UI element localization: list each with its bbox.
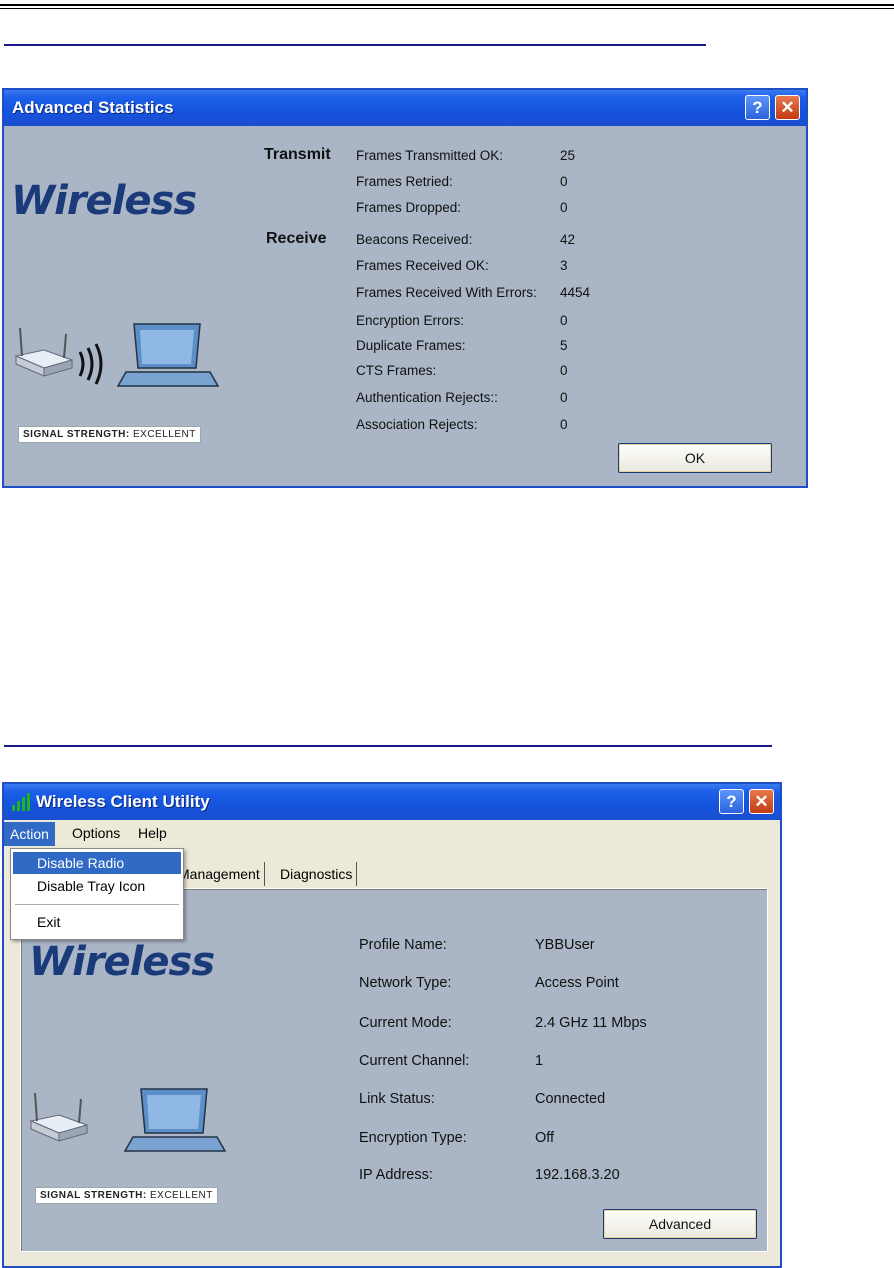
value-profile-name: YBBUser xyxy=(535,937,595,953)
menu-item-disable-tray-icon[interactable]: Disable Tray Icon xyxy=(13,875,181,897)
signal-illustration xyxy=(29,1088,227,1152)
label-current-channel: Current Channel: xyxy=(359,1053,470,1069)
advanced-statistics-window: Advanced Statistics ? ✕ Wireless SIGNAL … xyxy=(2,88,808,488)
value-ip-address: 192.168.3.20 xyxy=(535,1167,620,1183)
tab-diagnostics[interactable]: Diagnostics xyxy=(276,862,358,886)
top-rule-thin xyxy=(0,8,894,9)
title-bar[interactable]: Advanced Statistics ? ✕ xyxy=(4,90,806,126)
stat-value-frames-dropped: 0 xyxy=(560,200,568,215)
section-underline-2 xyxy=(4,745,772,747)
main-panel: Wireless SIGNAL STRENGTH: EXCELLENT Prof… xyxy=(20,888,768,1252)
menu-action[interactable]: Action xyxy=(4,822,55,846)
stat-value-beacons: 42 xyxy=(560,232,576,247)
menu-item-disable-radio[interactable]: Disable Radio xyxy=(13,852,181,874)
top-rule xyxy=(0,4,894,6)
value-network-type: Access Point xyxy=(535,975,619,991)
title-bar[interactable]: Wireless Client Utility ? ✕ xyxy=(4,784,780,820)
signal-strength-label: SIGNAL STRENGTH: EXCELLENT xyxy=(35,1187,218,1204)
help-button[interactable]: ? xyxy=(719,789,744,814)
section-underline-1 xyxy=(4,44,706,46)
wireless-logo: Wireless xyxy=(29,939,215,985)
value-encryption-type: Off xyxy=(535,1130,555,1146)
signal-strength-label: SIGNAL STRENGTH: EXCELLENT xyxy=(18,426,201,443)
stat-label-beacons: Beacons Received: xyxy=(356,232,473,247)
window-title: Wireless Client Utility xyxy=(36,792,210,811)
label-encryption-type: Encryption Type: xyxy=(359,1130,467,1146)
signal-bars-icon xyxy=(12,793,30,811)
label-current-mode: Current Mode: xyxy=(359,1015,452,1031)
stat-label-duplicate-frames: Duplicate Frames: xyxy=(356,338,466,353)
advanced-button[interactable]: Advanced xyxy=(603,1209,757,1239)
close-button[interactable]: ✕ xyxy=(775,95,800,120)
stat-value-cts-frames: 0 xyxy=(560,363,568,378)
stat-label-assoc-rejects: Association Rejects: xyxy=(356,417,478,432)
wave-icon xyxy=(78,343,103,385)
menu-help[interactable]: Help xyxy=(138,825,167,841)
label-ip-address: IP Address: xyxy=(359,1167,433,1183)
action-dropdown-menu: Disable Radio Disable Tray Icon Exit xyxy=(10,848,184,940)
ok-button[interactable]: OK xyxy=(618,443,772,473)
stat-value-auth-rejects: 0 xyxy=(560,390,568,405)
menu-separator xyxy=(15,904,179,905)
stat-value-assoc-rejects: 0 xyxy=(560,417,568,432)
window-title: Advanced Statistics xyxy=(12,98,174,117)
stat-value-encryption-errors: 0 xyxy=(560,313,568,328)
label-link-status: Link Status: xyxy=(359,1091,435,1107)
laptop-icon xyxy=(123,1088,227,1152)
stat-value-frames-transmitted: 25 xyxy=(560,148,576,163)
stat-label-cts-frames: CTS Frames: xyxy=(356,363,437,378)
signal-illustration xyxy=(14,323,220,387)
stat-value-frames-retried: 0 xyxy=(560,174,568,189)
menu-bar: Action Options Help xyxy=(4,822,780,846)
stat-value-duplicate-frames: 5 xyxy=(560,338,568,353)
router-icon xyxy=(14,327,74,377)
stat-label-frames-received: Frames Received OK: xyxy=(356,258,489,273)
stat-value-frames-errors: 4454 xyxy=(560,285,591,300)
stat-label-frames-errors: Frames Received With Errors: xyxy=(356,285,537,300)
menu-item-exit[interactable]: Exit xyxy=(13,911,181,933)
label-network-type: Network Type: xyxy=(359,975,452,991)
menu-options[interactable]: Options xyxy=(72,825,120,841)
transmit-header: Transmit xyxy=(264,146,331,163)
stat-label-encryption-errors: Encryption Errors: xyxy=(356,313,465,328)
stat-value-frames-received: 3 xyxy=(560,258,568,273)
router-icon xyxy=(29,1092,89,1142)
receive-header: Receive xyxy=(266,230,327,247)
wireless-logo: Wireless xyxy=(11,178,197,224)
value-link-status: Connected xyxy=(535,1091,606,1107)
value-current-channel: 1 xyxy=(535,1053,544,1069)
label-profile-name: Profile Name: xyxy=(359,937,447,953)
stat-label-frames-retried: Frames Retried: xyxy=(356,174,453,189)
help-button[interactable]: ? xyxy=(745,95,770,120)
stat-label-frames-transmitted: Frames Transmitted OK: xyxy=(356,148,504,163)
tab-management[interactable]: Management xyxy=(174,862,265,886)
wireless-client-utility-window: Wireless Client Utility ? ✕ Action Optio… xyxy=(2,782,782,1268)
close-button[interactable]: ✕ xyxy=(749,789,774,814)
value-current-mode: 2.4 GHz 11 Mbps xyxy=(535,1015,647,1031)
laptop-icon xyxy=(116,323,220,387)
stat-label-frames-dropped: Frames Dropped: xyxy=(356,200,462,215)
stat-label-auth-rejects: Authentication Rejects:: xyxy=(356,390,498,405)
